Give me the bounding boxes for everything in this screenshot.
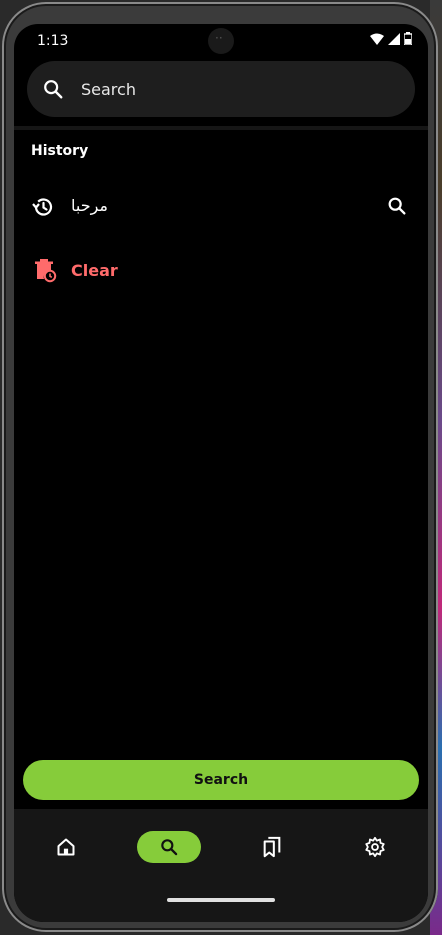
- home-icon: [57, 838, 75, 856]
- history-icon: [32, 198, 53, 216]
- nav-settings[interactable]: [360, 831, 390, 863]
- history-item[interactable]: مرحبا: [14, 184, 428, 232]
- status-time: 1:13: [37, 33, 69, 49]
- search-input[interactable]: Search: [81, 80, 136, 99]
- status-bar: 1:13: [14, 24, 428, 58]
- bottom-navigation: [14, 809, 428, 922]
- search-icon: [44, 80, 63, 99]
- search-bar[interactable]: Search: [27, 61, 415, 117]
- search-history-icon[interactable]: [386, 195, 408, 217]
- nav-search[interactable]: [137, 831, 201, 863]
- wifi-icon: [370, 33, 384, 45]
- clear-history-button[interactable]: Clear: [14, 248, 428, 296]
- clear-label: Clear: [71, 261, 118, 280]
- nav-home[interactable]: [51, 831, 81, 863]
- home-indicator[interactable]: [167, 898, 275, 902]
- status-icons: [370, 32, 412, 45]
- search-icon: [161, 839, 178, 856]
- search-button[interactable]: Search: [23, 760, 419, 800]
- app-screen: 1:13 Search History مرحبا: [14, 24, 428, 922]
- nav-library[interactable]: [257, 831, 287, 863]
- front-camera: [208, 28, 234, 54]
- phone-frame: 1:13 Search History مرحبا: [2, 2, 438, 932]
- settings-icon: [365, 836, 385, 858]
- signal-icon: [388, 32, 400, 45]
- delete-history-icon: [35, 259, 57, 283]
- divider: [14, 126, 428, 130]
- history-heading: History: [31, 143, 89, 159]
- history-item-text: مرحبا: [71, 196, 108, 215]
- library-icon: [263, 836, 281, 858]
- battery-icon: [404, 32, 412, 45]
